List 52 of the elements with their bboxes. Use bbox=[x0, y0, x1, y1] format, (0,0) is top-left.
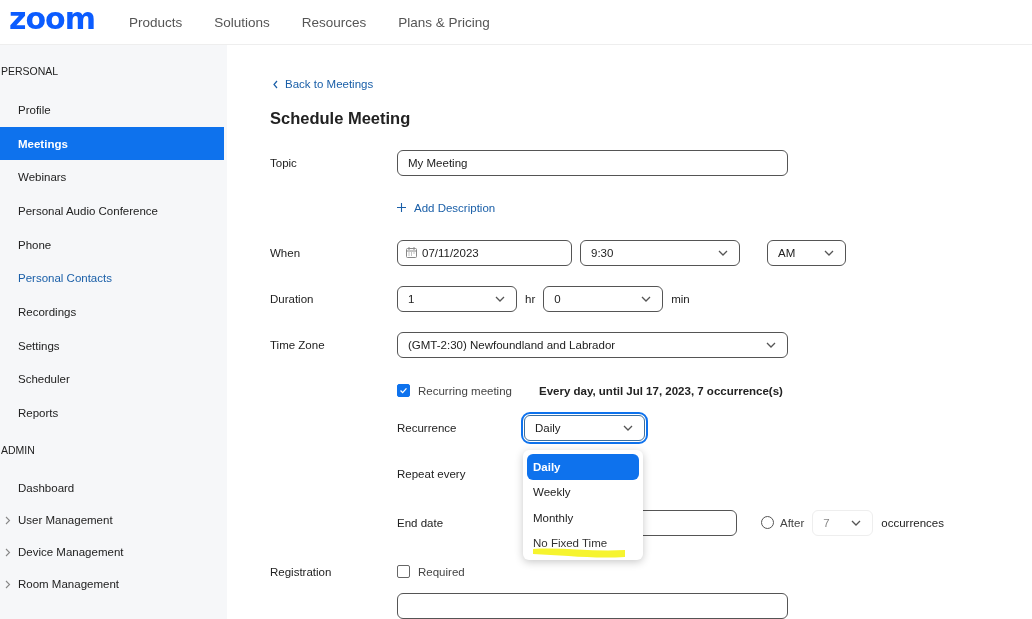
recurrence-select[interactable]: Daily bbox=[524, 414, 645, 441]
sidebar-item[interactable]: Reports bbox=[0, 396, 224, 430]
nav-link[interactable]: Plans & Pricing bbox=[398, 14, 490, 30]
sidebar-item[interactable]: Profile bbox=[0, 93, 224, 127]
section-heading: PERSONAL bbox=[0, 65, 60, 79]
field-label: Registration bbox=[270, 565, 332, 578]
dropdown-option[interactable]: Weekly bbox=[527, 479, 639, 505]
sidebar-item[interactable]: Dashboard bbox=[0, 471, 224, 504]
sidebar-item[interactable]: Webinars bbox=[0, 160, 224, 195]
sidebar-item[interactable]: Personal Audio Conference bbox=[0, 194, 224, 228]
unit-label: min bbox=[671, 292, 690, 305]
unit-label: hr bbox=[525, 292, 536, 305]
sidebar-item[interactable]: Meetings bbox=[0, 126, 224, 161]
sidebar-item[interactable]: Recordings bbox=[0, 295, 224, 329]
time-zone-select[interactable]: (GMT-2:30) Newfoundland and Labrador bbox=[397, 331, 788, 358]
nav-link[interactable]: Solutions bbox=[214, 14, 270, 30]
time-select[interactable]: 9:30 bbox=[580, 239, 740, 266]
topic-field[interactable]: My Meeting bbox=[397, 149, 788, 176]
recurrence-summary: Every day, until Jul 17, 2023, 7 occurrence(s) bbox=[538, 384, 783, 397]
period-select[interactable]: AM bbox=[767, 239, 846, 266]
sidebar-item[interactable]: Room Management bbox=[0, 567, 224, 600]
nav-link[interactable]: Products bbox=[128, 14, 183, 30]
logo[interactable]: zoom bbox=[9, 4, 95, 34]
field-label: Time Zone bbox=[270, 338, 325, 351]
back-link[interactable]: Back to Meetings bbox=[272, 78, 374, 90]
field-label: Duration bbox=[270, 292, 314, 305]
sidebar-item[interactable]: Phone bbox=[0, 227, 224, 262]
dropdown-option[interactable]: Monthly bbox=[527, 505, 639, 531]
page-title: Schedule Meeting bbox=[270, 108, 411, 128]
section-heading: ADMIN bbox=[0, 443, 36, 458]
field-label: Recurrence bbox=[397, 421, 457, 434]
nav-link[interactable]: Resources bbox=[301, 14, 367, 30]
occurrences-select[interactable]: 7 bbox=[812, 509, 874, 536]
sidebar-item[interactable]: Personal Contacts bbox=[0, 261, 224, 296]
hours-select[interactable]: 1 bbox=[397, 285, 517, 312]
sidebar-item[interactable]: Settings bbox=[0, 328, 224, 363]
radio-label: After bbox=[780, 516, 805, 529]
field-label: Repeat every bbox=[397, 467, 466, 480]
checkbox-label: Recurring meeting bbox=[418, 384, 512, 397]
dropdown-option[interactable]: No Fixed Time bbox=[527, 530, 639, 556]
unit-label: occurrences bbox=[881, 516, 944, 529]
date-field[interactable]: 07/11/2023 bbox=[397, 239, 572, 266]
sidebar-item[interactable]: User Management bbox=[0, 503, 224, 536]
field-label: End date bbox=[397, 516, 444, 529]
field-label: When bbox=[270, 246, 301, 259]
minutes-select[interactable]: 0 bbox=[543, 285, 664, 312]
sidebar-item[interactable]: Scheduler bbox=[0, 362, 224, 397]
checkbox-label: Required bbox=[418, 565, 465, 578]
add-description-link[interactable]: Add Description bbox=[397, 201, 496, 214]
field-label: Topic bbox=[270, 156, 297, 169]
sidebar-item[interactable]: Device Management bbox=[0, 535, 224, 568]
dropdown-option[interactable]: Daily bbox=[527, 454, 639, 480]
